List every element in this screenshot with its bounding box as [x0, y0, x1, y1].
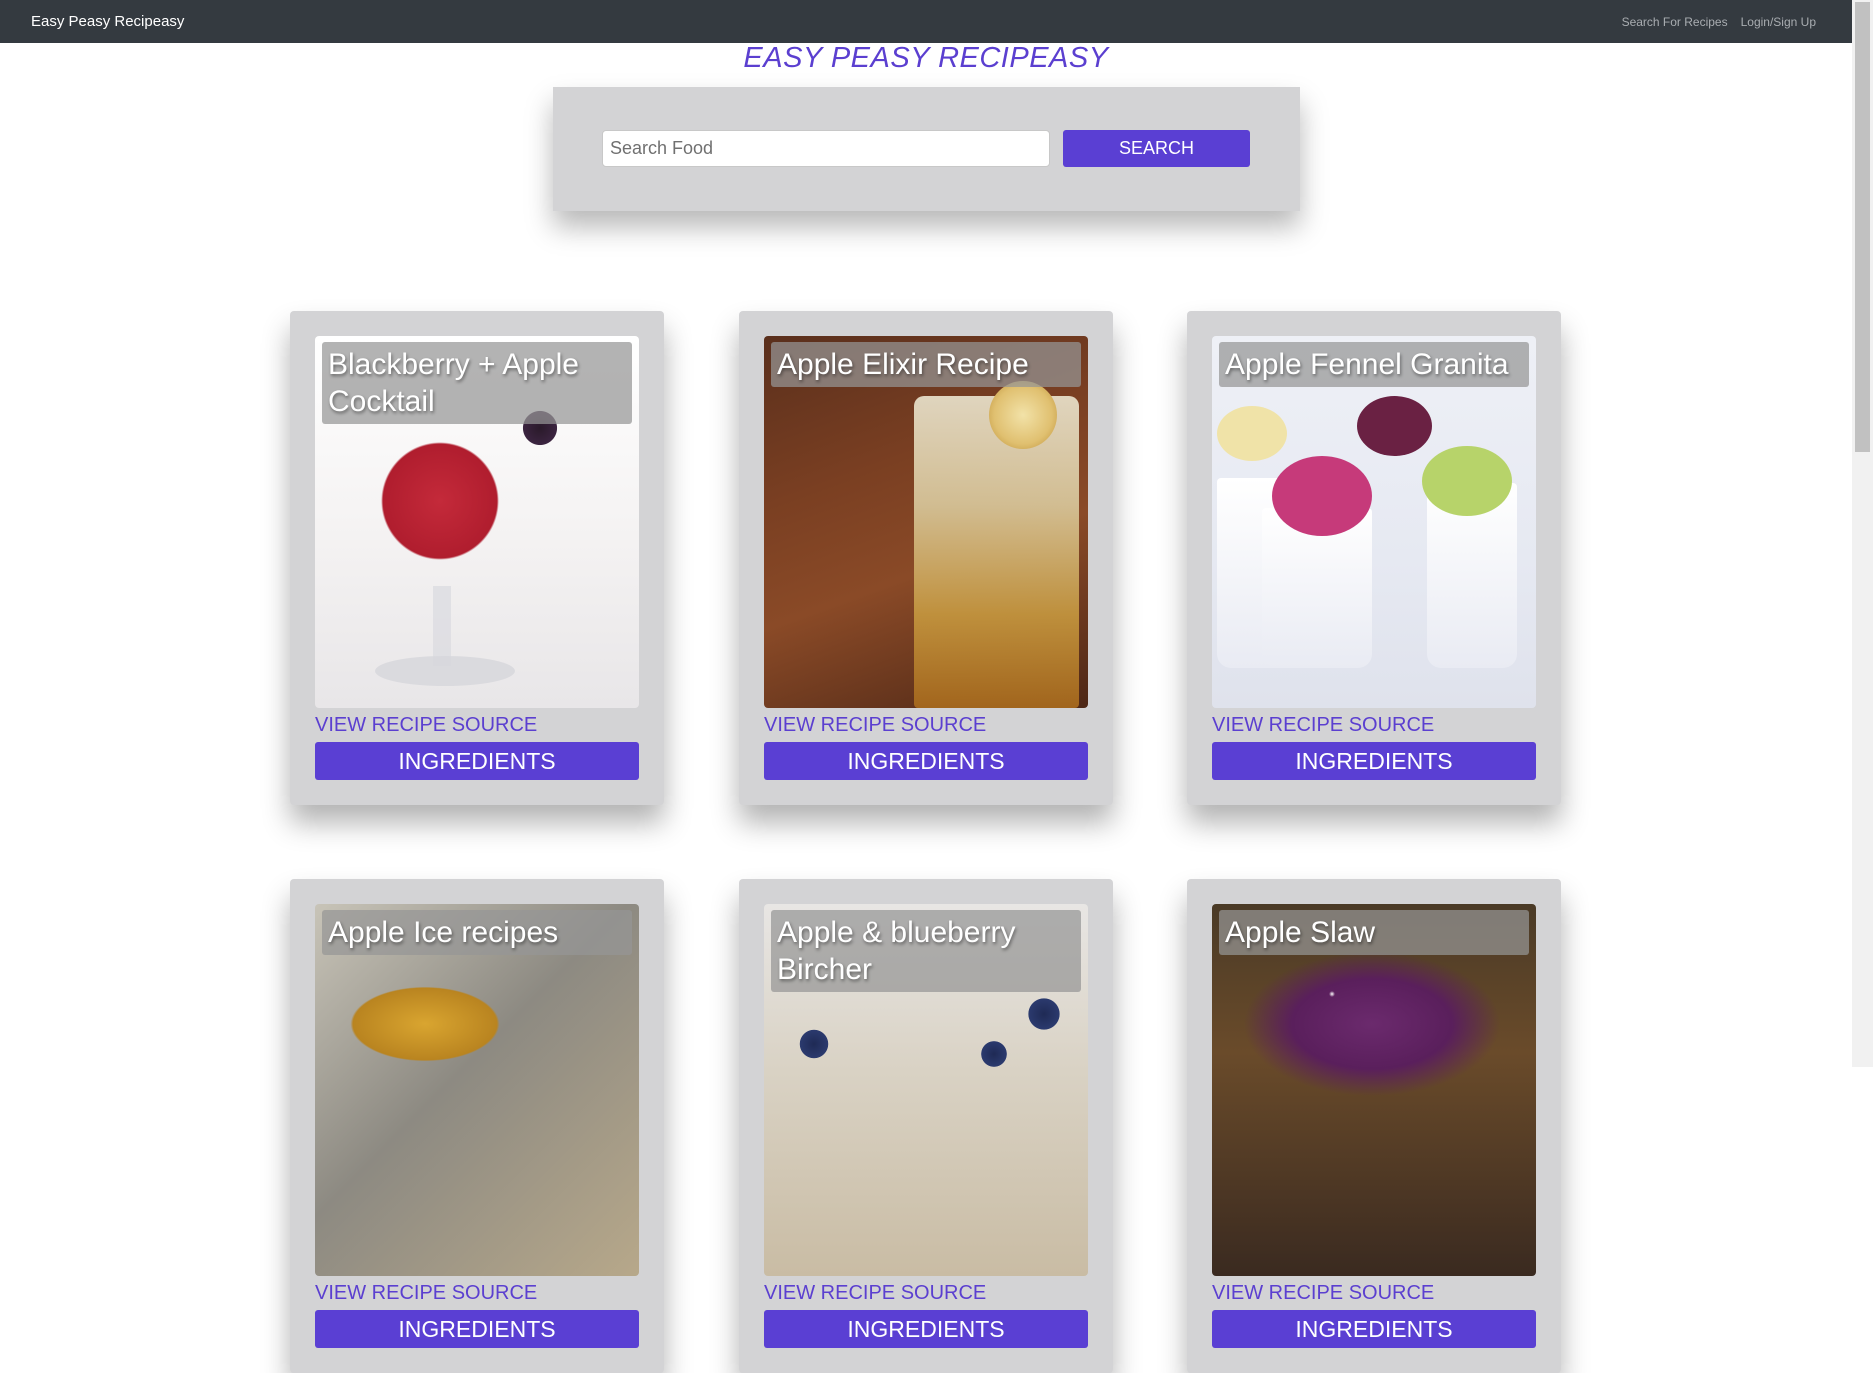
recipe-title-overlay: Apple Fennel Granita [1219, 342, 1529, 387]
glass-base [375, 656, 515, 686]
search-button[interactable]: SEARCH [1063, 130, 1250, 167]
granita-scoop [1217, 406, 1287, 461]
recipe-title: Blackberry + Apple Cocktail [328, 348, 579, 418]
recipe-title: Apple Slaw [1225, 916, 1376, 949]
recipe-title: Apple Ice recipes [328, 916, 559, 949]
recipe-image: Apple Fennel Granita [1212, 336, 1536, 708]
recipe-title: Apple Fennel Granita [1225, 348, 1509, 381]
recipe-card: Apple Ice recipes VIEW RECIPE SOURCE ING… [290, 879, 664, 1373]
view-recipe-source-link[interactable]: VIEW RECIPE SOURCE [315, 1282, 537, 1305]
recipe-image: Apple Slaw [1212, 904, 1536, 1276]
page-title: EASY PEASY RECIPEASY [743, 42, 1109, 74]
granita-scoop [1357, 396, 1432, 456]
ingredients-button[interactable]: INGREDIENTS [1212, 1310, 1536, 1348]
recipe-card: Apple Fennel Granita VIEW RECIPE SOURCE … [1187, 311, 1561, 805]
recipe-image: Apple & blueberry Bircher [764, 904, 1088, 1276]
recipe-title-overlay: Apple Elixir Recipe [771, 342, 1081, 387]
recipe-image: Apple Ice recipes [315, 904, 639, 1276]
recipe-title-overlay: Blackberry + Apple Cocktail [322, 342, 632, 424]
recipe-card: Apple Slaw VIEW RECIPE SOURCE INGREDIENT… [1187, 879, 1561, 1373]
ingredients-button[interactable]: INGREDIENTS [315, 1310, 639, 1348]
recipe-card: Apple & blueberry Bircher VIEW RECIPE SO… [739, 879, 1113, 1373]
ingredients-button[interactable]: INGREDIENTS [764, 1310, 1088, 1348]
search-input[interactable] [602, 130, 1050, 167]
drink-glass [914, 396, 1079, 708]
nav-login-signup-link[interactable]: Login/Sign Up [1741, 15, 1816, 29]
nav-links: Search For Recipes Login/Sign Up [1622, 15, 1816, 29]
recipe-image: Blackberry + Apple Cocktail [315, 336, 639, 708]
recipe-card: Blackberry + Apple Cocktail VIEW RECIPE … [290, 311, 664, 805]
recipe-title-overlay: Apple Slaw [1219, 910, 1529, 955]
view-recipe-source-link[interactable]: VIEW RECIPE SOURCE [1212, 1282, 1434, 1305]
view-recipe-source-link[interactable]: VIEW RECIPE SOURCE [315, 714, 537, 737]
page-scrollbar[interactable] [1852, 0, 1873, 1067]
view-recipe-source-link[interactable]: VIEW RECIPE SOURCE [764, 1282, 986, 1305]
ingredients-button[interactable]: INGREDIENTS [315, 742, 639, 780]
granita-scoop [1272, 456, 1372, 536]
nav-search-recipes-link[interactable]: Search For Recipes [1622, 15, 1728, 29]
granita-scoop [1422, 446, 1512, 516]
search-panel: SEARCH [553, 87, 1300, 211]
glass-stem [433, 586, 451, 666]
scrollbar-thumb[interactable] [1855, 2, 1870, 452]
recipe-card: Apple Elixir Recipe VIEW RECIPE SOURCE I… [739, 311, 1113, 805]
ingredients-button[interactable]: INGREDIENTS [1212, 742, 1536, 780]
brand-link[interactable]: Easy Peasy Recipeasy [31, 13, 184, 30]
ingredients-button[interactable]: INGREDIENTS [764, 742, 1088, 780]
recipe-title: Apple Elixir Recipe [777, 348, 1029, 381]
recipe-title-overlay: Apple Ice recipes [322, 910, 632, 955]
recipe-title-overlay: Apple & blueberry Bircher [771, 910, 1081, 992]
top-navbar: Easy Peasy Recipeasy Search For Recipes … [0, 0, 1852, 43]
recipe-title: Apple & blueberry Bircher [777, 916, 1016, 986]
view-recipe-source-link[interactable]: VIEW RECIPE SOURCE [1212, 714, 1434, 737]
view-recipe-source-link[interactable]: VIEW RECIPE SOURCE [764, 714, 986, 737]
recipe-image: Apple Elixir Recipe [764, 336, 1088, 708]
apple-slice [989, 381, 1057, 449]
